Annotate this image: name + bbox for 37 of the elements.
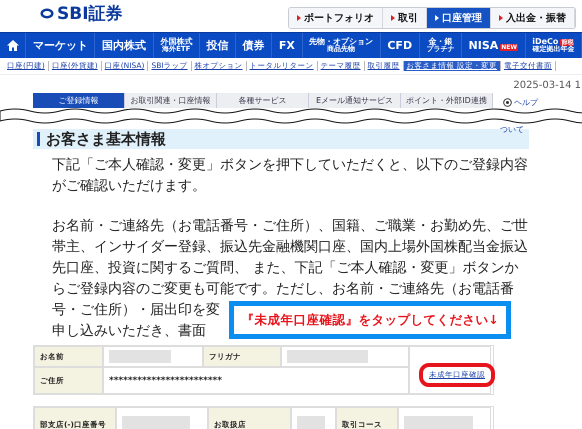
tab[interactable]: 各種サービス xyxy=(217,93,309,108)
header-button[interactable]: 取引 xyxy=(383,8,427,28)
redacted-value xyxy=(297,416,326,429)
nav-tab[interactable]: 債券 xyxy=(236,33,272,58)
help-icon xyxy=(503,98,512,107)
nav-tab[interactable]: CFD xyxy=(380,33,420,58)
field-value: ************************ xyxy=(103,367,409,394)
help-link[interactable]: ついて xyxy=(500,125,524,135)
home-icon xyxy=(6,40,19,51)
help-link[interactable]: ヘルプ xyxy=(514,97,538,108)
logo-text[interactable]: SBI証券 xyxy=(57,2,123,25)
tab[interactable]: Eメール通知サービス xyxy=(309,93,401,108)
header-button[interactable]: 口座管理 xyxy=(427,8,491,28)
body-text: 下記「ご本人確認・変更」ボタンを押下していただくと、以下のご登録内容 xyxy=(52,156,528,175)
redacted-value xyxy=(404,416,473,429)
body-text: 号・ご住所）・届出印を変 xyxy=(52,301,220,320)
body-text: 先口座、投資に関するご質問、 また、下記「ご本人確認・変更」ボタンか xyxy=(52,259,518,278)
nav-tab[interactable]: 国内株式 xyxy=(95,33,154,58)
nav-tab[interactable]: マーケット xyxy=(26,33,96,58)
tab[interactable]: お取引関連・口座情報 xyxy=(125,93,217,108)
body-text: 申し込みいただき、書面 xyxy=(52,322,206,341)
body-text: がご確認いただけます。 xyxy=(52,177,206,196)
body-text: 帯主、インサイダー登録、振込先金融機関口座、国内上場外国株配当金振込 xyxy=(52,238,528,257)
section-title: お客さま基本情報 xyxy=(46,130,166,148)
instruction-callout: 『未成年口座確認』をタップしてください↓ xyxy=(229,301,511,339)
tab[interactable]: ご登録情報 xyxy=(33,93,125,108)
redacted-value xyxy=(122,416,190,429)
nav-tab[interactable]: 投信 xyxy=(200,33,236,58)
tab[interactable]: ポイント・外部ID連携 xyxy=(401,93,493,108)
body-text: らご登録内容のご変更も可能です。ただし、お名前・ご連絡先（お電話番 xyxy=(52,280,514,299)
header-button[interactable]: ポートフォリオ xyxy=(289,8,383,28)
body-text: お名前・ご連絡先（お電話番号・ご住所）、国籍、ご職業・お勤め先、ご世 xyxy=(52,217,528,236)
logo-icon xyxy=(40,8,54,19)
nav-tab[interactable]: FX xyxy=(272,33,303,58)
redacted-value xyxy=(109,350,171,363)
header-button[interactable]: 入出金・振替 xyxy=(491,8,575,28)
date-text: 2025-03-14 1 xyxy=(512,80,582,92)
